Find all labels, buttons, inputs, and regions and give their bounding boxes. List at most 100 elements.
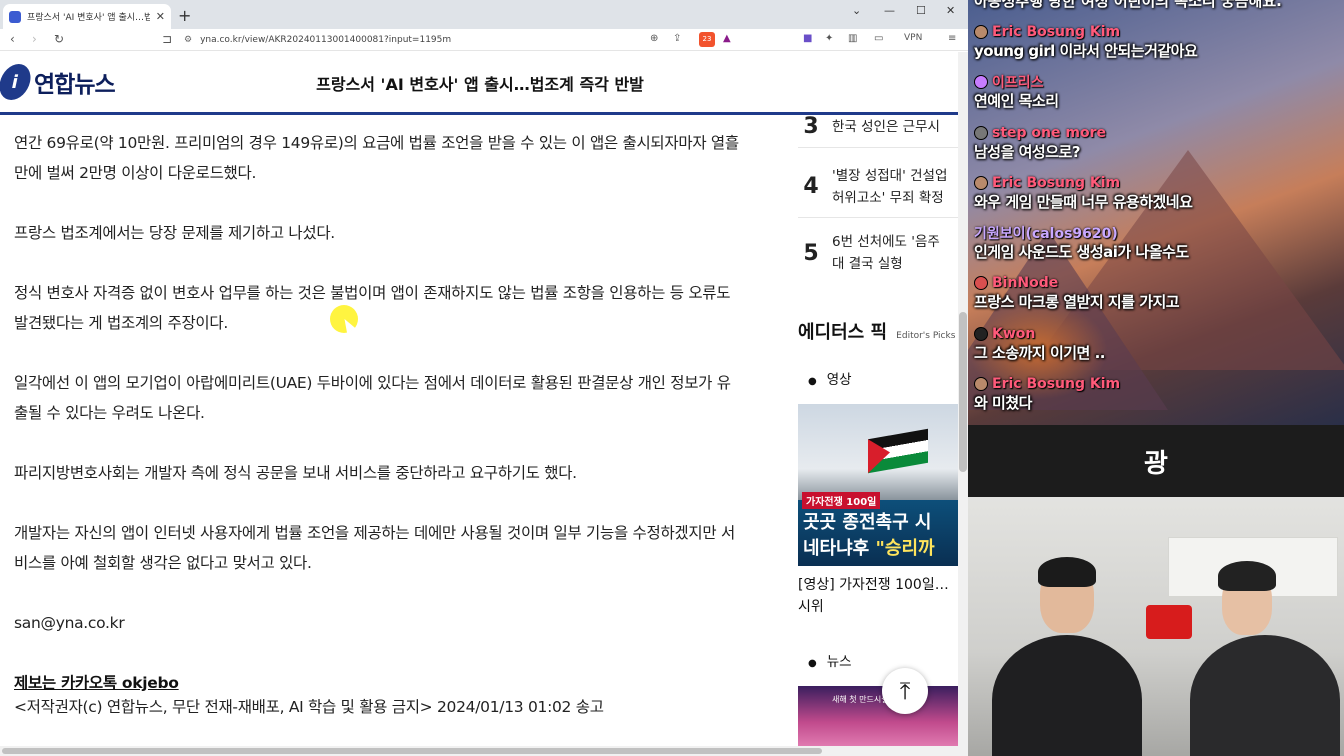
screen: 프랑스서 'AI 변호사' 앱 출시…법 ✕ + ⌄ — ☐ ✕ ‹ › ↻ ⊐… — [0, 0, 1344, 756]
address-bar[interactable]: ⚙ yna.co.kr/view/AKR20240113001400081?in… — [184, 30, 694, 49]
minimize-icon[interactable]: — — [884, 4, 895, 17]
reporter-email[interactable]: san@yna.co.kr — [14, 608, 744, 638]
chat-message: 기원보이(calos9620) 인게임 사운드도 생성ai가 나올수도 — [974, 224, 1340, 262]
rank-text: '별장 성접대' 건설업 — [832, 167, 948, 184]
site-favicon-icon — [9, 10, 21, 23]
menu-icon[interactable]: ≡ — [948, 33, 956, 44]
palestine-flag-image — [868, 428, 928, 474]
chat-text: 프랑스 마크롱 열받지 지를 가지고 — [974, 293, 1180, 311]
chat-message: step one more 남성을 여성으로? — [974, 124, 1340, 162]
chat-message: BinNode 프랑스 마크롱 열받지 지를 가지고 — [974, 274, 1340, 312]
rank-text: 6번 선처에도 '음주 — [832, 234, 940, 250]
chat-message: Eric Bosung Kim 와우 게임 만들때 너무 유용하겠네요 — [974, 174, 1340, 212]
thumbnail-headline-2: 네타냐후 "승리까 — [803, 534, 935, 560]
video-caption[interactable]: [영상] 가자전쟁 100일… 시위 — [798, 574, 958, 618]
chat-message: Eric Bosung Kim 와 미쳤다 — [974, 375, 1340, 413]
chat-text: 그 소송까지 이기면 .. — [974, 344, 1105, 362]
thumbnail-headline-2a: 네타냐후 — [803, 538, 876, 559]
rank-number: 3 — [803, 114, 819, 139]
chat-username: step one more — [992, 125, 1106, 141]
browser-window: 프랑스서 'AI 변호사' 앱 출시…법 ✕ + ⌄ — ☐ ✕ ‹ › ↻ ⊐… — [0, 0, 968, 756]
editors-picks-subtitle: Editor's Picks — [896, 331, 956, 341]
news-thumbnail[interactable]: 새해 첫 만드시설 도입 — [798, 686, 958, 746]
extension-m-icon[interactable]: ■ — [803, 33, 812, 44]
article-paragraph: 개발자는 자신의 앱이 인터넷 사용자에게 법률 조언을 제공하는 데에만 사용… — [14, 524, 735, 572]
extensions-icon[interactable]: ✦ — [825, 33, 833, 44]
editors-picks-title: 에디터스 픽 — [798, 322, 888, 343]
ranking-item[interactable]: 5 6번 선처에도 '음주 대 결국 실형 — [798, 222, 958, 284]
horizontal-scrollbar-thumb[interactable] — [2, 748, 822, 754]
ad-banner-text: 광 — [1144, 448, 1168, 479]
host-left-hair — [1038, 557, 1096, 587]
article-paragraph: 정식 변호사 자격증 없이 변호사 업무를 하는 것은 불법이며 앱이 존재하지… — [14, 284, 731, 332]
rank-text: 한국 성인은 근무시 — [832, 118, 940, 135]
rank-text: 허위고소' 무죄 확정 — [832, 189, 944, 206]
category-news[interactable]: 뉴스 — [808, 650, 852, 670]
url-text: yna.co.kr/view/AKR20240113001400081?inpu… — [200, 34, 452, 45]
close-window-icon[interactable]: ✕ — [946, 4, 955, 17]
chat-message-partial: 아동성추행 당한 여성 어린이의 목소리 궁금해요. — [974, 0, 1282, 10]
chat-username: Eric Bosung Kim — [992, 376, 1121, 392]
chat-avatar — [974, 377, 988, 391]
vertical-scrollbar[interactable] — [958, 52, 968, 756]
chat-text: 인게임 사운드도 생성ai가 나올수도 — [974, 243, 1189, 261]
chat-avatar — [974, 327, 988, 341]
webcam-feed — [968, 497, 1344, 756]
chat-avatar — [974, 126, 988, 140]
stream-ad-banner: 광 — [968, 425, 1344, 497]
site-info-icon[interactable]: ⚙ — [184, 35, 192, 45]
rank-number: 4 — [803, 174, 819, 199]
chat-avatar — [974, 276, 988, 290]
close-tab-icon[interactable]: ✕ — [156, 10, 165, 23]
scroll-to-top-button[interactable]: ⤒ — [882, 668, 928, 714]
ranking-item[interactable]: 3 한국 성인은 근무시 — [798, 106, 958, 148]
host-right-body — [1190, 635, 1340, 756]
chat-username: 이프리스 — [992, 75, 1044, 91]
bookmark-icon[interactable]: ⊐ — [162, 32, 172, 46]
chat-text: young girl 이라서 안되는거같아요 — [974, 42, 1198, 60]
vertical-scrollbar-thumb[interactable] — [959, 312, 967, 472]
video-thumbnail[interactable]: 가자전쟁 100일 곳곳 종전촉구 시 네타냐후 "승리까 — [798, 404, 958, 566]
rank-number: 5 — [803, 240, 819, 266]
vpn-button[interactable]: VPN — [904, 33, 922, 43]
tab-list-chevron-icon[interactable]: ⌄ — [852, 4, 861, 17]
chat-username: BinNode — [992, 275, 1059, 291]
editors-picks-heading: 에디터스 픽 Editor's Picks — [798, 318, 955, 344]
chat-username: 기원보이(calos9620) — [974, 226, 1118, 242]
zoom-icon[interactable]: ⊕ — [650, 33, 658, 44]
sidebar-icon[interactable]: ▥ — [848, 33, 857, 44]
chat-username: Eric Bosung Kim — [992, 24, 1121, 40]
chat-message: Eric Bosung Kim young girl 이라서 안되는거같아요 — [974, 23, 1340, 61]
new-tab-button[interactable]: + — [178, 6, 191, 25]
chat-avatar — [974, 176, 988, 190]
article-paragraph: 프랑스 법조계에서는 당장 문제를 제기하고 나섰다. — [14, 224, 335, 242]
thumbnail-tag: 가자전쟁 100일 — [802, 492, 881, 509]
reload-icon[interactable]: ↻ — [54, 32, 64, 46]
article-paragraph: 일각에선 이 앱의 모기업이 아랍에미리트(UAE) 두바이에 있다는 점에서 … — [14, 374, 731, 422]
brave-rewards-icon[interactable]: ▲ — [723, 33, 731, 44]
wallet-icon[interactable]: ▭ — [874, 33, 883, 44]
chat-message: 이프리스 연예인 목소리 — [974, 73, 1340, 111]
back-icon[interactable]: ‹ — [10, 32, 15, 46]
category-video[interactable]: 영상 — [808, 368, 852, 388]
chat-avatar — [974, 25, 988, 39]
yonhap-logo-mark-icon: i — [0, 64, 34, 100]
horizontal-scrollbar[interactable] — [0, 746, 958, 756]
host-left — [992, 557, 1142, 756]
article-header-title: 프랑스서 'AI 변호사' 앱 출시…법조계 즉각 반발 — [316, 75, 644, 94]
yonhap-logo[interactable]: i 연합뉴스 — [0, 62, 116, 102]
chat-username: Eric Bosung Kim — [992, 175, 1121, 191]
maximize-icon[interactable]: ☐ — [916, 4, 926, 17]
chat-message: Kwon 그 소송까지 이기면 .. — [974, 325, 1340, 363]
host-right-hair — [1218, 561, 1276, 591]
browser-tab-active[interactable]: 프랑스서 'AI 변호사' 앱 출시…법 ✕ — [3, 4, 171, 29]
youtube-play-button-award-icon — [1146, 605, 1192, 639]
copyright-line: <저작권자(c) 연합뉴스, 무단 전재-재배포, AI 학습 및 활용 금지>… — [14, 698, 604, 716]
host-left-body — [992, 635, 1142, 756]
article-paragraph: 연간 69유로(약 10만원. 프리미엄의 경우 149유로)의 요금에 법률 … — [14, 134, 739, 182]
share-icon[interactable]: ⇪ — [673, 33, 681, 44]
brave-shield-icon[interactable]: 23 — [699, 32, 715, 47]
ranking-item[interactable]: 4 '별장 성접대' 건설업 허위고소' 무죄 확정 — [798, 156, 958, 218]
chat-text: 연예인 목소리 — [974, 92, 1059, 110]
forward-icon[interactable]: › — [32, 32, 37, 46]
